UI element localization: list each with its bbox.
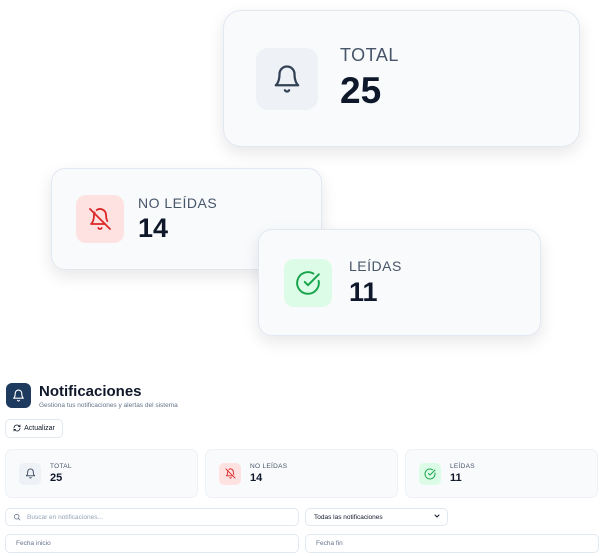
stat-read-value: 11 bbox=[450, 472, 462, 484]
search-field[interactable] bbox=[5, 508, 299, 526]
bell-icon bbox=[256, 47, 318, 110]
stat-total-card: TOTAL 25 bbox=[5, 449, 198, 498]
bell-off-icon bbox=[219, 462, 241, 485]
stat-read-card: LEÍDAS 11 bbox=[405, 449, 598, 498]
showcase-total-card: TOTAL 25 bbox=[223, 10, 580, 147]
date-end-field[interactable] bbox=[305, 534, 599, 553]
search-input[interactable] bbox=[25, 512, 289, 522]
app-logo-bell-icon bbox=[6, 383, 31, 408]
type-filter-select[interactable]: Todas las notificaciones bbox=[305, 508, 448, 526]
search-icon bbox=[13, 508, 21, 526]
refresh-icon bbox=[13, 424, 21, 434]
showcase-read-card: LEÍDAS 11 bbox=[258, 229, 541, 336]
bell-icon bbox=[19, 462, 41, 485]
showcase-unread-label: NO LEÍDAS bbox=[138, 194, 218, 211]
showcase-total-value: 25 bbox=[340, 70, 382, 111]
bell-off-icon bbox=[76, 195, 124, 243]
chevron-down-icon bbox=[433, 512, 441, 522]
page-subtitle: Gestiona tus notificaciones y alertas de… bbox=[39, 402, 178, 409]
refresh-button-label: Actualizar bbox=[24, 425, 55, 432]
stat-total-label: TOTAL bbox=[50, 463, 72, 470]
stat-total-value: 25 bbox=[50, 472, 63, 484]
check-circle-icon bbox=[419, 462, 441, 485]
date-start-field[interactable] bbox=[5, 534, 299, 553]
date-start-input[interactable] bbox=[14, 539, 274, 548]
showcase-read-value: 11 bbox=[349, 276, 378, 307]
stat-read-label: LEÍDAS bbox=[450, 463, 475, 470]
check-circle-icon bbox=[284, 258, 332, 307]
type-filter-value: Todas las notificaciones bbox=[314, 513, 383, 521]
showcase-read-label: LEÍDAS bbox=[349, 257, 402, 274]
stat-unread-label: NO LEÍDAS bbox=[250, 463, 288, 470]
stat-unread-card: NO LEÍDAS 14 bbox=[205, 449, 398, 498]
refresh-button[interactable]: Actualizar bbox=[5, 419, 63, 438]
page-title: Notificaciones bbox=[39, 383, 142, 400]
notifications-app: Notificaciones Gestiona tus notificacion… bbox=[0, 374, 607, 556]
date-end-input[interactable] bbox=[314, 539, 574, 548]
showcase-total-label: TOTAL bbox=[340, 45, 399, 65]
showcase-unread-value: 14 bbox=[138, 212, 169, 243]
stat-unread-value: 14 bbox=[250, 472, 263, 484]
